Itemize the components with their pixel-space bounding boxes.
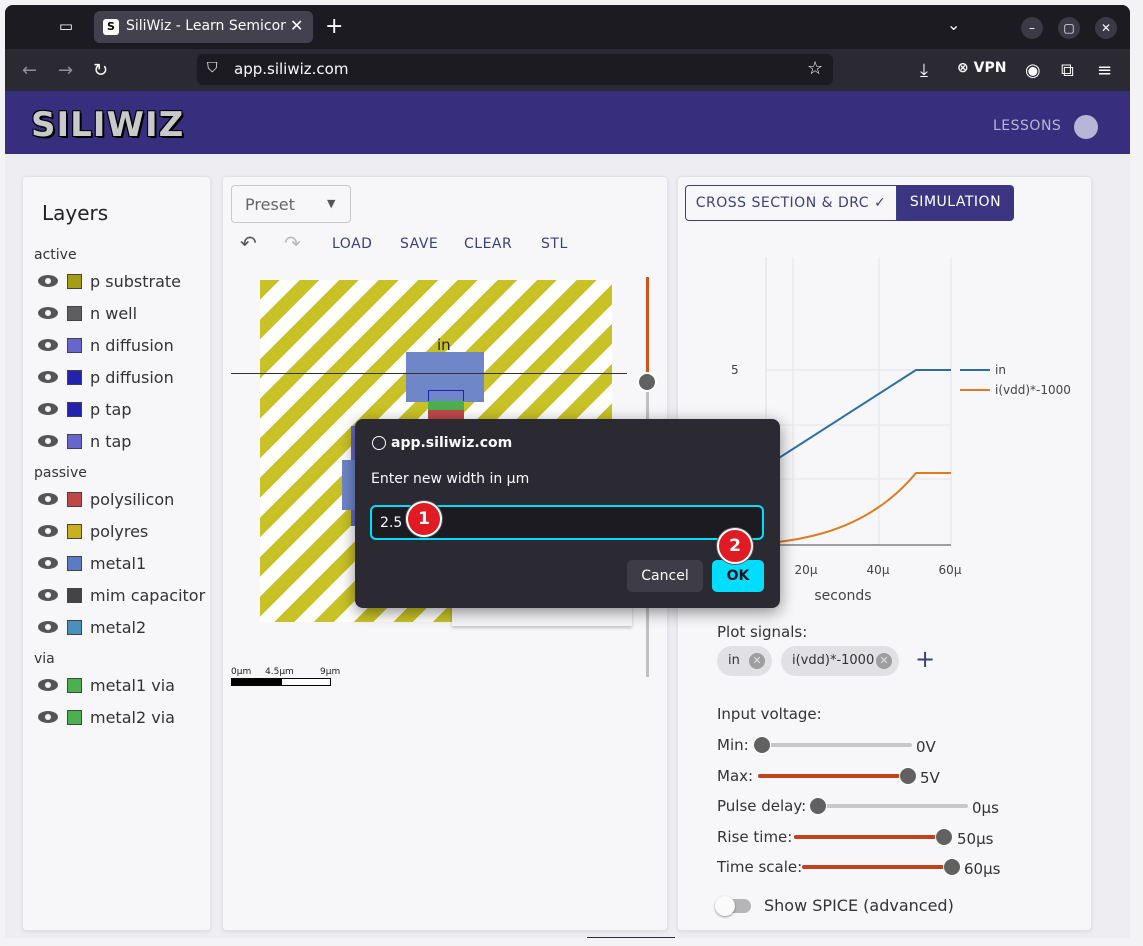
dialog-overlay: app.siliwiz.com Enter new width in μm Ca… (5, 5, 1130, 938)
browser-window: ▭ S SiliWiz - Learn Semiconductor ✕ + ⌄ … (5, 5, 1130, 938)
ok-button[interactable]: OK (712, 560, 764, 592)
dialog-message: Enter new width in μm (371, 471, 530, 487)
globe-icon (372, 436, 386, 450)
dialog-host: app.siliwiz.com (391, 435, 513, 451)
annotation-marker-2: 2 (717, 528, 753, 564)
cancel-button[interactable]: Cancel (627, 560, 703, 592)
annotation-marker-1: 1 (406, 501, 442, 537)
